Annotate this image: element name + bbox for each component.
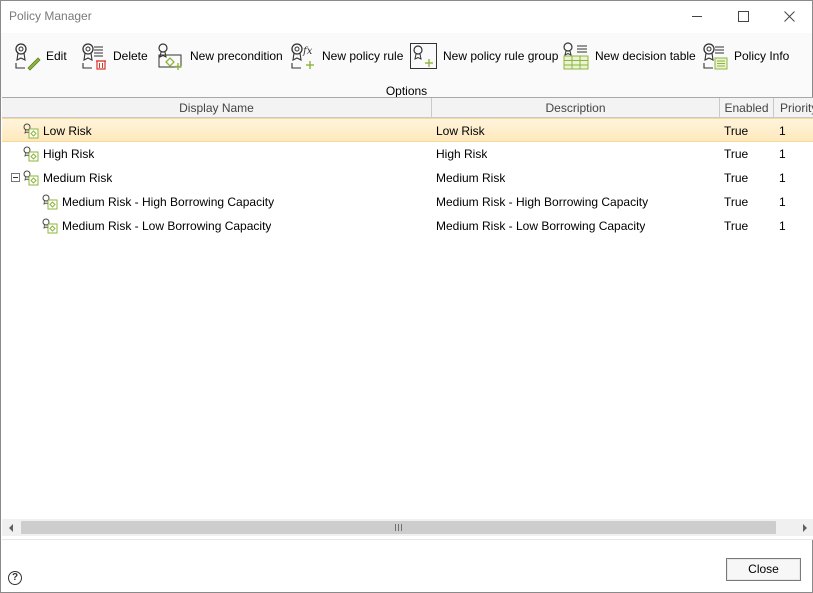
window-close-button[interactable]: [766, 1, 812, 32]
policy-info-label: Policy Info: [734, 49, 790, 63]
policy-rule-icon: [23, 146, 39, 162]
row-priority: 1: [779, 171, 786, 185]
new-policy-rule-group-button[interactable]: New policy rule group: [409, 40, 558, 72]
row-description: Medium Risk: [436, 171, 506, 185]
row-enabled: True: [724, 171, 749, 185]
policy-rule-group-icon: [23, 170, 39, 186]
row-priority: 1: [779, 147, 786, 161]
options-group-label: Options: [385, 84, 428, 98]
policy-tree-grid: Display Name Description Enabled Priorit…: [2, 97, 813, 539]
row-description: High Risk: [436, 147, 488, 161]
table-row[interactable]: High Risk High Risk True 1: [2, 142, 813, 166]
window-title: Policy Manager: [9, 9, 92, 23]
column-header-row: Display Name Description Enabled Priorit…: [2, 97, 813, 118]
row-description: Medium Risk - High Borrowing Capacity: [436, 195, 649, 209]
new-precondition-label: New precondition: [190, 49, 283, 63]
delete-label: Delete: [113, 49, 148, 63]
footer-divider: [2, 539, 813, 540]
minimize-button[interactable]: [674, 1, 720, 32]
new-policy-rule-label: New policy rule: [322, 49, 404, 63]
horizontal-scrollbar[interactable]: [2, 519, 813, 536]
table-row[interactable]: Medium Risk - Low Borrowing Capacity Med…: [2, 214, 813, 238]
row-enabled: True: [724, 147, 749, 161]
table-row[interactable]: Low Risk Low Risk True 1: [2, 118, 813, 142]
scroll-right-icon: [802, 523, 807, 532]
column-header-description[interactable]: Description: [432, 98, 720, 118]
scrollbar-thumb[interactable]: [21, 521, 776, 534]
delete-button[interactable]: Delete: [79, 40, 148, 72]
delete-icon: [82, 43, 106, 70]
scroll-left-button[interactable]: [2, 519, 19, 536]
policy-rule-icon: [23, 123, 39, 139]
row-priority: 1: [779, 195, 786, 209]
row-enabled: True: [724, 124, 749, 138]
maximize-button[interactable]: [720, 1, 766, 32]
scroll-left-icon: [8, 523, 13, 532]
new-decision-table-icon: [563, 42, 589, 70]
row-description: Low Risk: [436, 124, 485, 138]
new-decision-table-button[interactable]: New decision table: [561, 40, 696, 72]
new-policy-rule-icon: fx: [291, 43, 314, 69]
row-description: Medium Risk - Low Borrowing Capacity: [436, 219, 646, 233]
row-display-name: High Risk: [43, 147, 95, 161]
row-enabled: True: [724, 195, 749, 209]
new-decision-table-label: New decision table: [595, 49, 696, 63]
new-precondition-button[interactable]: New precondition: [156, 40, 283, 72]
policy-rule-icon: [42, 218, 58, 234]
column-header-display-name[interactable]: Display Name: [2, 98, 432, 118]
new-precondition-icon: [158, 43, 182, 70]
collapse-toggle[interactable]: [11, 173, 20, 182]
row-enabled: True: [724, 219, 749, 233]
column-header-priority[interactable]: Priority: [774, 98, 813, 118]
grip-icon: [395, 524, 402, 531]
policy-info-button[interactable]: Policy Info: [700, 40, 789, 72]
edit-label: Edit: [46, 49, 67, 63]
row-display-name: Medium Risk - Low Borrowing Capacity: [62, 219, 272, 233]
help-icon[interactable]: ?: [8, 571, 22, 585]
new-policy-rule-button[interactable]: fx New policy rule: [288, 40, 403, 72]
table-row[interactable]: Medium Risk - High Borrowing Capacity Me…: [2, 190, 813, 214]
maximize-icon: [737, 11, 749, 22]
row-priority: 1: [779, 124, 786, 138]
table-row[interactable]: Medium Risk Medium Risk True 1: [2, 166, 813, 190]
policy-rule-icon: [42, 194, 58, 210]
edit-button[interactable]: Edit: [12, 40, 67, 72]
policy-info-icon: [703, 43, 728, 70]
scroll-right-button[interactable]: [796, 519, 813, 536]
minimize-icon: [691, 16, 702, 17]
column-header-enabled[interactable]: Enabled: [720, 98, 774, 118]
row-priority: 1: [779, 219, 786, 233]
row-display-name: Medium Risk - High Borrowing Capacity: [62, 195, 275, 209]
new-policy-rule-group-label: New policy rule group: [443, 49, 559, 63]
policy-manager-window: Policy Manager Edit Delete New precondit…: [0, 0, 813, 593]
row-display-name: Medium Risk: [43, 171, 113, 185]
close-icon: [783, 11, 795, 22]
row-display-name: Low Risk: [43, 124, 92, 138]
svg-text:fx: fx: [302, 46, 313, 57]
new-policy-rule-group-icon: [410, 43, 437, 69]
title-bar: Policy Manager: [1, 1, 812, 32]
close-button[interactable]: Close: [726, 558, 801, 581]
edit-icon: [15, 43, 41, 71]
